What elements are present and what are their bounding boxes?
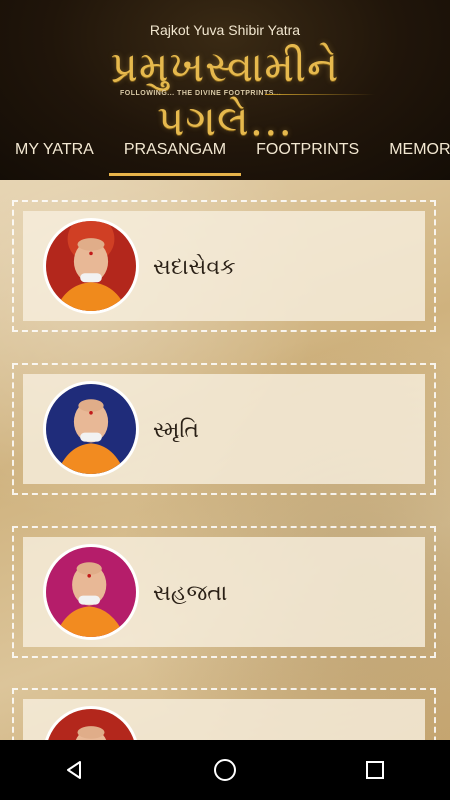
recents-square-icon	[366, 761, 384, 779]
list-item-smruti[interactable]: સ્મૃતિ	[12, 363, 436, 495]
app-subtitle: Rajkot Yuva Shibir Yatra	[149, 22, 301, 38]
list-item-4[interactable]	[12, 688, 436, 740]
app-logo: પ્રમુખસ્વામીને પગલે... FOLLOWING... THE …	[60, 40, 390, 145]
tab-my-yatra[interactable]: MY YATRA	[0, 130, 109, 170]
card-label: સહજતા	[153, 581, 228, 606]
logo-tagline: FOLLOWING... THE DIVINE FOOTPRINTS...	[120, 90, 282, 97]
card-label: સ્મૃતિ	[153, 418, 199, 443]
recents-button[interactable]	[345, 740, 405, 800]
card-panel: સદાસેવક	[23, 211, 425, 321]
card-label: સદાસેવક	[153, 255, 236, 280]
avatar	[43, 381, 139, 477]
card-panel: સહજતા	[23, 537, 425, 647]
portrait-icon	[46, 709, 136, 740]
app-header: Rajkot Yuva Shibir Yatra પ્રમુખસ્વામીને …	[0, 0, 450, 180]
tab-footprints[interactable]: FOOTPRINTS	[241, 130, 374, 170]
portrait-icon	[46, 384, 136, 474]
home-circle-icon	[214, 759, 236, 781]
tab-prasangam[interactable]: PRASANGAM	[108, 130, 242, 176]
avatar	[43, 706, 139, 740]
card-panel	[23, 699, 425, 740]
list-item-sadasevak[interactable]: સદાસેવક	[12, 200, 436, 332]
avatar	[43, 218, 139, 314]
portrait-icon	[46, 221, 136, 311]
prasangam-list: સદાસેવક સ્મૃતિ સહજતા	[0, 180, 450, 740]
portrait-icon	[46, 547, 136, 637]
card-panel: સ્મૃતિ	[23, 374, 425, 484]
list-item-sahajata[interactable]: સહજતા	[12, 526, 436, 658]
tab-bar: MY YATRA PRASANGAM FOOTPRINTS MEMORIES	[0, 124, 450, 176]
back-button[interactable]	[45, 740, 105, 800]
avatar	[43, 544, 139, 640]
back-triangle-icon	[67, 761, 81, 779]
tab-memories[interactable]: MEMORIES	[374, 130, 450, 170]
android-nav-bar	[0, 740, 450, 800]
home-button[interactable]	[195, 740, 255, 800]
logo-underline	[265, 94, 375, 95]
